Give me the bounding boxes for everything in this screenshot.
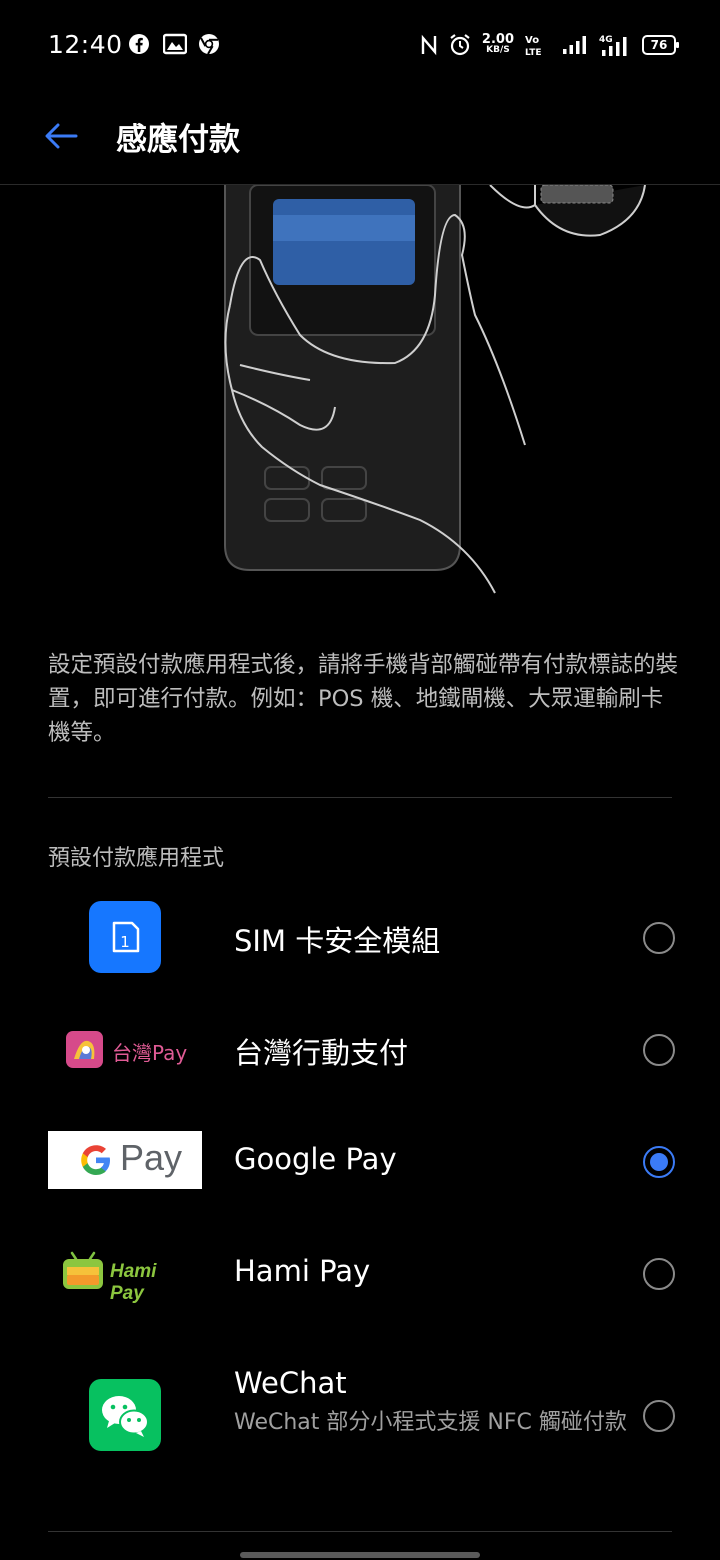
home-indicator[interactable] (240, 1552, 480, 1558)
description-text: 設定預設付款應用程式後，請將手機背部觸碰帶有付款標誌的裝置，即可進行付款。例如：… (48, 652, 679, 746)
sim-card-logo: 1 (89, 901, 161, 973)
status-time: 12:40 (48, 30, 123, 59)
battery-indicator: 76 (642, 35, 679, 55)
status-bar: 12:40 2.00 KB/S Vo LTE 4G 76 (0, 0, 720, 88)
nfc-illustration (224, 185, 646, 594)
payment-option-sim[interactable]: 1 SIM 卡安全模組 (0, 898, 720, 978)
google-g-icon (81, 1145, 110, 1175)
payment-option-label: 台灣行動支付 (234, 1036, 409, 1070)
nfc-icon (421, 34, 437, 56)
app-bar: 感應付款 (0, 88, 720, 185)
signal-icon-sim1 (563, 36, 586, 54)
wechat-logo (89, 1379, 161, 1451)
payment-option-sublabel: WeChat 部分小程式支援 NFC 觸碰付款 (234, 1410, 627, 1435)
wechat-icon (102, 1396, 149, 1437)
chrome-icon (199, 34, 219, 55)
payment-option-hami-pay[interactable]: Hami Pay Hami Pay (0, 1234, 720, 1314)
radio-button[interactable] (643, 1400, 675, 1432)
radio-button[interactable] (643, 1258, 675, 1290)
section-title: 預設付款應用程式 (48, 846, 225, 871)
svg-text:Vo: Vo (525, 35, 539, 46)
sim-card-icon: 1 (112, 921, 140, 953)
taiwan-pay-logo: 台灣Pay (66, 1030, 196, 1070)
svg-text:4G: 4G (599, 35, 613, 45)
payment-option-label: WeChat (234, 1366, 347, 1400)
network-speed: 2.00 KB/S (481, 32, 514, 55)
divider (48, 1531, 672, 1532)
hami-pay-icon (63, 1251, 103, 1289)
status-right: 2.00 KB/S Vo LTE 4G 76 (420, 30, 679, 60)
back-arrow-icon[interactable] (42, 116, 82, 156)
page-title: 感應付款 (116, 122, 240, 158)
hami-pay-logo: Hami Pay (62, 1251, 192, 1304)
radio-button-selected[interactable] (643, 1146, 675, 1178)
taiwan-pay-icon (66, 1031, 103, 1068)
payment-option-google-pay[interactable]: Pay Google Pay (0, 1122, 720, 1202)
payment-option-label: Google Pay (234, 1142, 397, 1176)
radio-button[interactable] (643, 922, 675, 954)
gallery-icon (163, 33, 187, 55)
alarm-icon (450, 34, 470, 56)
signal-icon-4g: 4G (599, 35, 627, 56)
payment-option-taiwan-pay[interactable]: 台灣Pay 台灣行動支付 (0, 1010, 720, 1090)
radio-button[interactable] (643, 1034, 675, 1066)
volte-icon: Vo LTE (525, 35, 542, 57)
payment-option-label: Hami Pay (234, 1254, 371, 1288)
facebook-icon (129, 34, 149, 54)
svg-text:1: 1 (120, 933, 130, 951)
google-pay-logo: Pay (48, 1131, 202, 1189)
payment-option-wechat[interactable]: WeChat WeChat 部分小程式支援 NFC 觸碰付款 (0, 1362, 720, 1472)
svg-text:LTE: LTE (525, 48, 542, 57)
divider (48, 797, 672, 798)
payment-option-label: SIM 卡安全模組 (234, 924, 441, 958)
